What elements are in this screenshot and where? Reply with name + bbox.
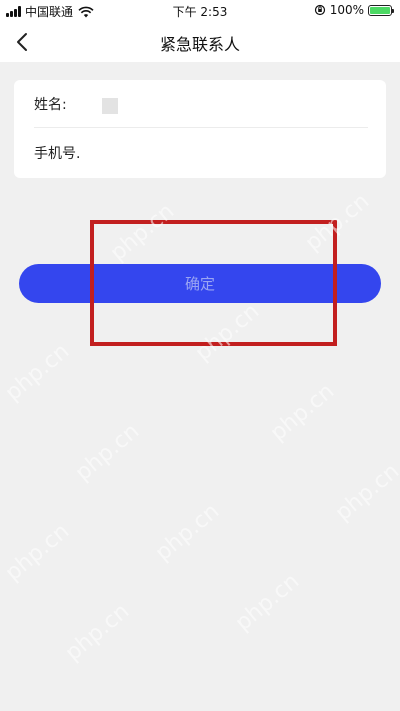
watermark: php.cn bbox=[230, 568, 305, 637]
rotation-lock-icon bbox=[314, 4, 325, 16]
watermark: php.cn bbox=[190, 298, 265, 367]
phone-label: 手机号. bbox=[34, 146, 81, 162]
watermark: php.cn bbox=[60, 598, 135, 667]
contact-form-card: 姓名: 手机号. bbox=[14, 80, 386, 178]
phone-input[interactable] bbox=[102, 138, 368, 168]
name-label: 姓名: bbox=[34, 96, 67, 113]
watermark: php.cn bbox=[265, 378, 340, 447]
name-input[interactable] bbox=[102, 97, 118, 114]
battery-percent: 100% bbox=[329, 3, 364, 17]
watermark: php.cn bbox=[300, 188, 375, 257]
nav-bar: 紧急联系人 bbox=[0, 22, 400, 62]
page-title: 紧急联系人 bbox=[159, 35, 240, 54]
watermark: php.cn bbox=[70, 418, 145, 487]
status-bar: 中国联通 下午 2:53 100% bbox=[0, 0, 400, 22]
watermark: php.cn bbox=[330, 458, 400, 527]
battery-icon bbox=[368, 4, 394, 16]
watermark: php.cn bbox=[150, 498, 225, 567]
watermark: php.cn bbox=[0, 518, 75, 587]
phone-row: 手机号. bbox=[34, 129, 368, 177]
confirm-button[interactable]: 确定 bbox=[19, 264, 381, 303]
watermark: php.cn bbox=[0, 338, 75, 407]
status-right: 100% bbox=[314, 3, 394, 17]
battery-fill bbox=[370, 6, 390, 14]
watermark: php.cn bbox=[105, 198, 180, 267]
name-row: 姓名: bbox=[34, 80, 368, 128]
